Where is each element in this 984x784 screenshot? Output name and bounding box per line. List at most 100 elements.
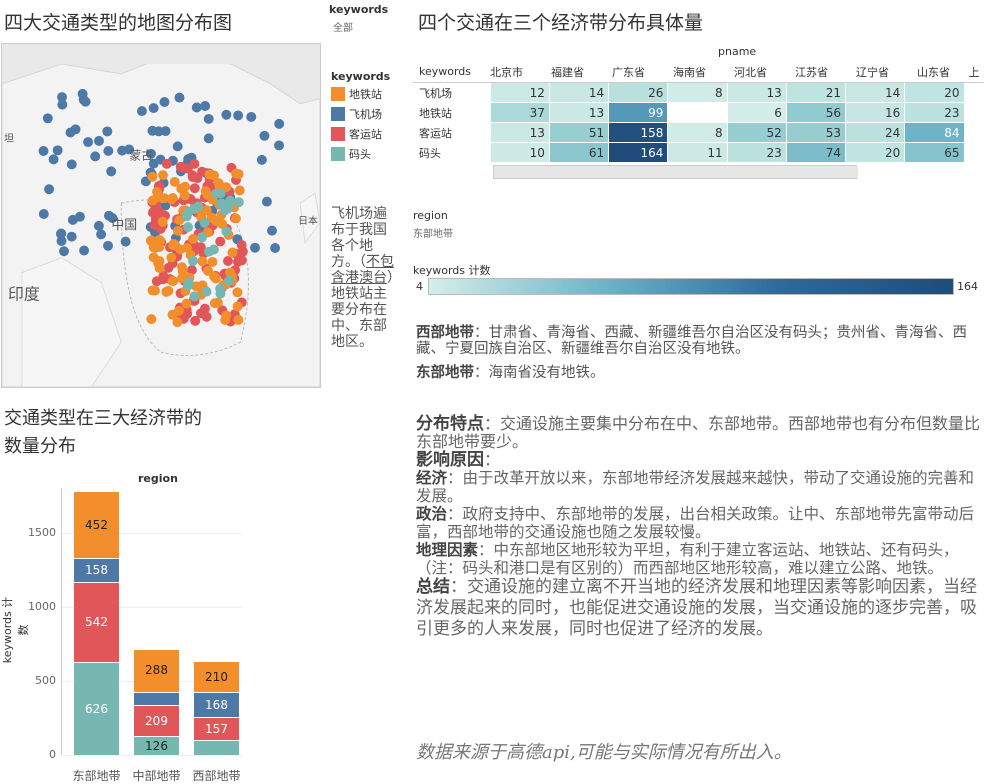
heat-cell[interactable]: 13: [549, 103, 610, 123]
bar-segment[interactable]: [134, 691, 179, 706]
heat-cell[interactable]: 14: [549, 83, 610, 103]
map-dot[interactable]: [148, 103, 159, 114]
bar-segment[interactable]: 288: [134, 649, 179, 692]
map-dot[interactable]: [103, 145, 114, 156]
map-dot[interactable]: [77, 88, 88, 99]
heat-cell[interactable]: 51: [549, 123, 610, 143]
map-dot[interactable]: [188, 204, 199, 215]
map-dot[interactable]: [209, 298, 220, 309]
map-dot[interactable]: [168, 240, 179, 251]
map-dot[interactable]: [274, 118, 285, 129]
bar-segment[interactable]: 210: [194, 661, 239, 693]
map-dot[interactable]: [192, 173, 203, 184]
heat-cell[interactable]: 16: [846, 103, 906, 123]
heat-cell[interactable]: 8: [668, 123, 728, 143]
map-dot[interactable]: [203, 265, 213, 276]
map-canvas[interactable]: 蒙古 中国 日本 印度 坦: [2, 44, 320, 387]
heat-cell[interactable]: 65: [905, 143, 965, 163]
heat-cell[interactable]: 10: [490, 143, 550, 163]
map-dot[interactable]: [174, 92, 185, 103]
map-dot[interactable]: [233, 197, 244, 208]
heat-cell[interactable]: 21: [786, 83, 847, 103]
heat-cell[interactable]: 20: [905, 83, 965, 103]
map-dot[interactable]: [223, 256, 233, 266]
map-dot[interactable]: [215, 236, 226, 247]
map-dot[interactable]: [233, 169, 244, 180]
legend-item-metro[interactable]: 地铁站: [331, 84, 382, 104]
bar-segment[interactable]: 158: [74, 558, 119, 582]
bar-segment[interactable]: 126: [134, 736, 179, 755]
heat-cell[interactable]: 99: [609, 103, 669, 123]
map-dot[interactable]: [102, 126, 113, 137]
map-dot[interactable]: [189, 158, 200, 169]
bar-segment[interactable]: 209: [134, 705, 179, 737]
map-dot[interactable]: [203, 113, 214, 124]
map-dot[interactable]: [149, 285, 160, 296]
map-dot[interactable]: [154, 263, 165, 274]
map-dot[interactable]: [209, 170, 220, 181]
legend-item-airport[interactable]: 飞机场: [331, 104, 382, 124]
map-dot[interactable]: [202, 190, 213, 201]
map-dot[interactable]: [44, 184, 55, 195]
map-dot[interactable]: [232, 287, 243, 298]
map-dot[interactable]: [167, 276, 178, 286]
heat-cell[interactable]: 24: [846, 123, 906, 143]
heat-cell[interactable]: 11: [668, 143, 728, 163]
bar-segment[interactable]: [194, 740, 239, 755]
heat-cell[interactable]: 164: [609, 143, 669, 163]
map-dot[interactable]: [227, 247, 238, 258]
transport-map[interactable]: 蒙古 中国 日本 印度 坦: [1, 43, 321, 388]
filter-value[interactable]: 全部: [333, 19, 353, 34]
map-dot[interactable]: [197, 256, 208, 267]
map-dot[interactable]: [96, 229, 107, 240]
map-dot[interactable]: [219, 205, 230, 216]
heat-cell[interactable]: [964, 83, 984, 103]
map-dot[interactable]: [203, 133, 214, 144]
heat-cell[interactable]: 23: [905, 103, 965, 123]
map-dot[interactable]: [201, 286, 212, 297]
map-dot[interactable]: [233, 110, 244, 121]
map-dot[interactable]: [210, 273, 221, 284]
map-dot[interactable]: [177, 266, 188, 277]
map-dot[interactable]: [83, 137, 94, 148]
map-dot[interactable]: [191, 102, 202, 113]
map-dot[interactable]: [146, 314, 157, 325]
map-dot[interactable]: [183, 277, 194, 288]
map-dot[interactable]: [66, 159, 77, 170]
heat-cell[interactable]: 23: [727, 143, 787, 163]
map-dot[interactable]: [106, 166, 117, 177]
map-dot[interactable]: [147, 171, 158, 182]
map-dot[interactable]: [207, 256, 218, 267]
map-dot[interactable]: [181, 298, 192, 309]
map-dot[interactable]: [224, 275, 235, 286]
heat-cell[interactable]: 26: [609, 83, 669, 103]
heat-cell[interactable]: [668, 103, 728, 123]
map-dot[interactable]: [67, 214, 78, 225]
heat-cell[interactable]: [964, 123, 984, 143]
map-dot[interactable]: [172, 141, 183, 152]
heat-cell[interactable]: 37: [490, 103, 550, 123]
heat-cell[interactable]: [964, 143, 984, 163]
heat-cell[interactable]: 74: [786, 143, 847, 163]
region-filter-value[interactable]: 东部地带: [413, 225, 453, 240]
heat-cell[interactable]: 61: [549, 143, 610, 163]
map-dot[interactable]: [221, 226, 232, 237]
map-dot[interactable]: [79, 245, 90, 256]
map-dot[interactable]: [234, 185, 245, 196]
map-dot[interactable]: [230, 213, 241, 224]
map-dot[interactable]: [70, 124, 81, 135]
map-dot[interactable]: [189, 291, 200, 302]
heat-cell[interactable]: 13: [490, 123, 550, 143]
map-dot[interactable]: [199, 217, 210, 228]
map-dot[interactable]: [153, 126, 164, 137]
bar-segment[interactable]: 452: [74, 491, 119, 559]
map-dot[interactable]: [42, 113, 53, 124]
map-dot[interactable]: [172, 317, 183, 328]
map-dot[interactable]: [215, 283, 226, 294]
map-dot[interactable]: [208, 244, 219, 255]
map-dot[interactable]: [38, 146, 49, 156]
map-dot[interactable]: [274, 140, 285, 151]
map-dot[interactable]: [93, 220, 104, 231]
map-dot[interactable]: [195, 308, 206, 319]
map-dot[interactable]: [221, 310, 232, 321]
